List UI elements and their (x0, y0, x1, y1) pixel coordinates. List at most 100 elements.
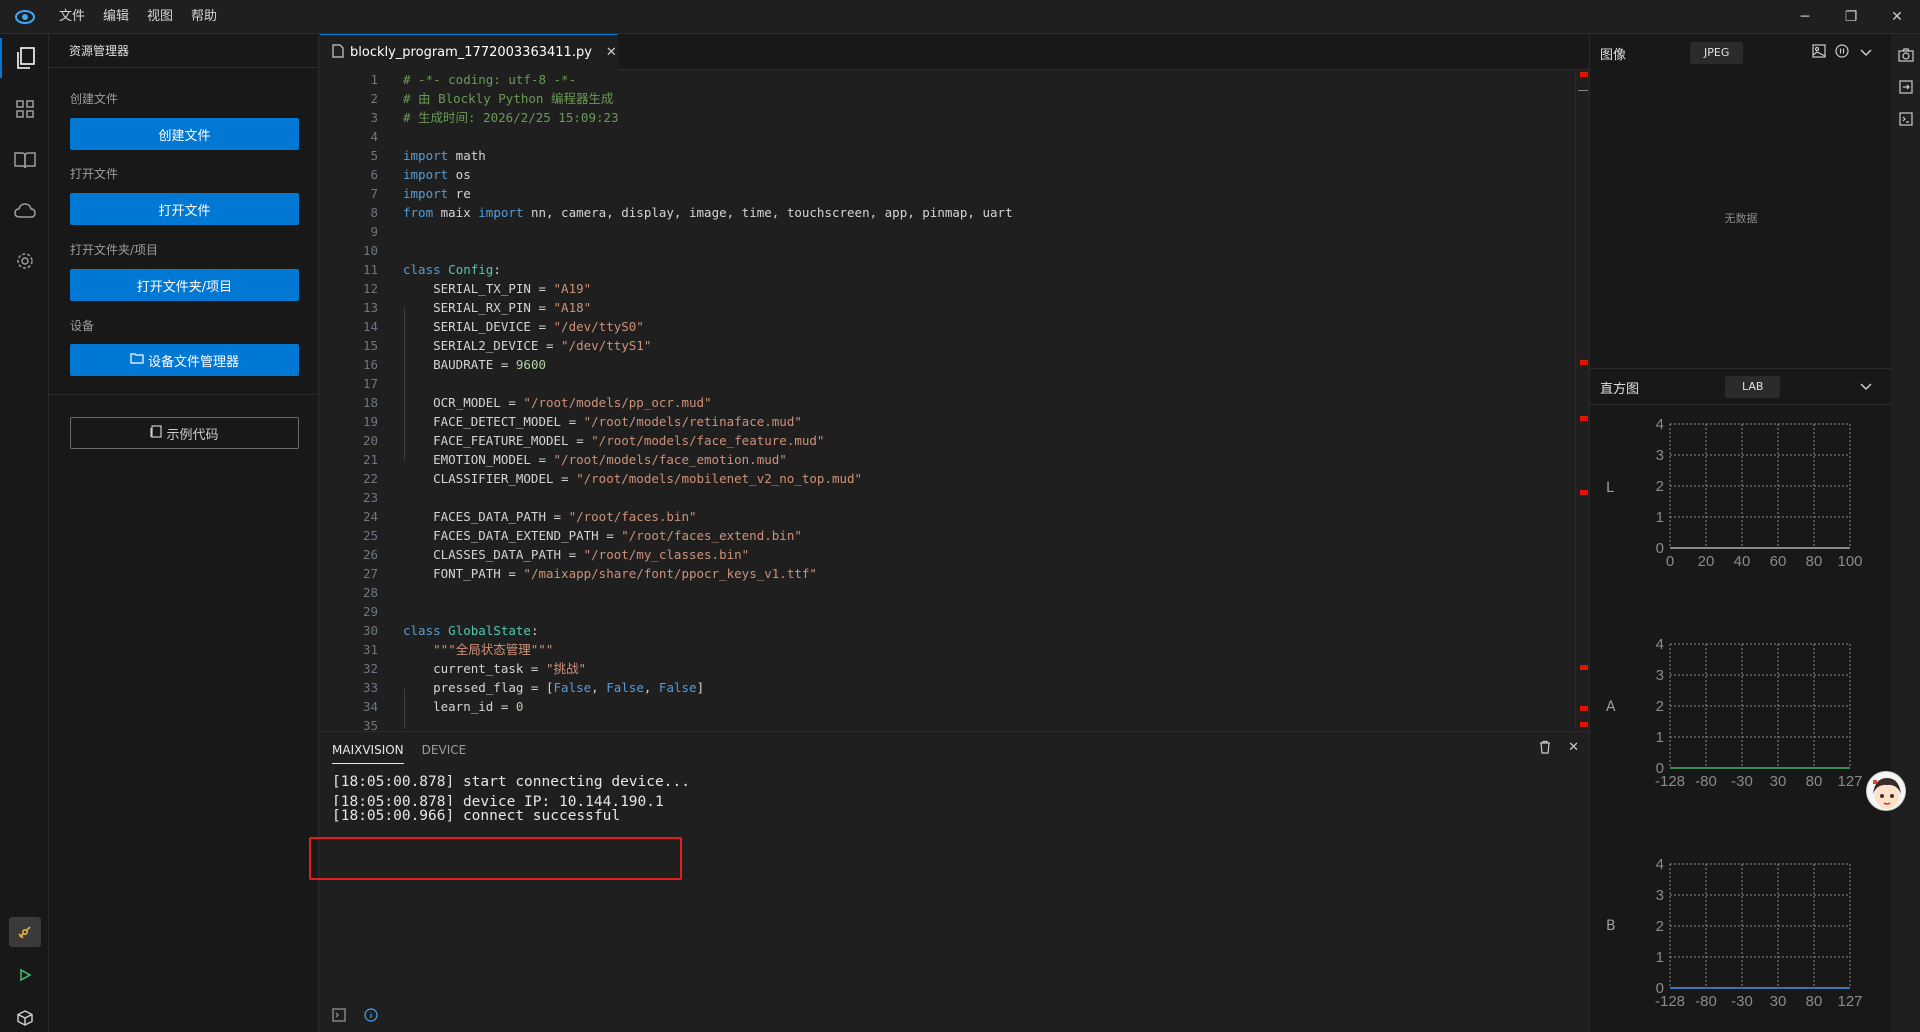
info-icon[interactable] (364, 1008, 378, 1026)
chevron-down-icon[interactable] (1860, 380, 1872, 395)
code-line[interactable]: 26 CLASSES_DATA_PATH = "/root/my_classes… (320, 545, 1578, 564)
explorer-icon[interactable] (0, 38, 49, 78)
code-line[interactable]: 4 (320, 127, 1578, 146)
x-tick-label: 80 (1806, 553, 1823, 570)
tab-device[interactable]: DEVICE (422, 737, 467, 763)
code-line[interactable]: 3 # 生成时间: 2026/2/25 15:09:23 (320, 108, 1578, 127)
open-file-button[interactable]: 打开文件 (70, 193, 299, 225)
code-line[interactable]: 13 SERIAL_RX_PIN = "A18" (320, 298, 1578, 317)
open-folder-button[interactable]: 打开文件夹/项目 (70, 269, 299, 301)
code-text: CLASSES_DATA_PATH = "/root/my_classes.bi… (403, 547, 750, 562)
code-line[interactable]: 19 FACE_DETECT_MODEL = "/root/models/ret… (320, 412, 1578, 431)
code-line[interactable]: 33 pressed_flag = [False, False, False] (320, 678, 1578, 697)
restore-icon[interactable]: ❐ (1828, 0, 1874, 34)
terminal-icon[interactable] (332, 1008, 346, 1026)
code-line[interactable]: 31 """全局状态管理""" (320, 640, 1578, 659)
line-number: 4 (370, 129, 378, 144)
example-code-button[interactable]: 示例代码 (70, 417, 299, 449)
image-preview: 无数据 (1590, 68, 1892, 368)
code-line[interactable]: 18 OCR_MODEL = "/root/models/pp_ocr.mud" (320, 393, 1578, 412)
close-tab-icon[interactable]: ✕ (606, 45, 617, 60)
code-line[interactable]: 7 import re (320, 184, 1578, 203)
open-file-label: 打开文件 (70, 167, 119, 181)
pause-icon[interactable] (1835, 44, 1849, 62)
export-icon[interactable] (1891, 71, 1920, 103)
menu-file[interactable]: 文件 (50, 0, 94, 34)
menu-view[interactable]: 视图 (138, 0, 182, 34)
code-line[interactable]: 15 SERIAL2_DEVICE = "/dev/ttyS1" (320, 336, 1578, 355)
code-line[interactable]: 2 # 由 Blockly Python 编程器生成 (320, 89, 1578, 108)
example-code-label: 示例代码 (166, 427, 219, 443)
code-line[interactable]: 14 SERIAL_DEVICE = "/dev/ttyS0" (320, 317, 1578, 336)
code-line[interactable]: 8 from maix import nn, camera, display, i… (320, 203, 1578, 222)
code-line[interactable]: 27 FONT_PATH = "/maixapp/share/font/ppoc… (320, 564, 1578, 583)
code-line[interactable]: 23 (320, 488, 1578, 507)
panel-actions: ✕ (1538, 740, 1579, 758)
highlight-box (309, 837, 682, 880)
settings-gear-icon[interactable] (0, 241, 49, 281)
chevron-down-icon[interactable] (1860, 46, 1872, 61)
minimize-icon[interactable]: ─ (1782, 0, 1828, 34)
line-number: 12 (362, 281, 378, 296)
code-line[interactable]: 9 (320, 222, 1578, 241)
code-line[interactable]: 1 # -*- coding: utf-8 -*- (320, 70, 1578, 89)
code-line[interactable]: 12 SERIAL_TX_PIN = "A19" (320, 279, 1578, 298)
camera-icon[interactable] (1891, 39, 1920, 71)
code-line[interactable]: 29 (320, 602, 1578, 621)
code-line[interactable]: 17 (320, 374, 1578, 393)
x-tick-label: -128 (1655, 773, 1685, 790)
package-icon[interactable] (0, 998, 49, 1032)
line-number: 16 (362, 357, 378, 372)
assistant-avatar[interactable] (1866, 771, 1906, 811)
code-line[interactable]: 11 class Config: (320, 260, 1578, 279)
cloud-icon[interactable] (0, 191, 49, 231)
trash-icon[interactable] (1538, 740, 1552, 758)
histogram-mode-select[interactable]: LAB (1725, 376, 1781, 398)
sidebar-divider (49, 394, 319, 395)
close-panel-icon[interactable]: ✕ (1568, 740, 1579, 758)
menu-edit[interactable]: 编辑 (94, 0, 138, 34)
image-header: 图像 JPEG (1590, 36, 1892, 70)
code-line[interactable]: 22 CLASSIFIER_MODEL = "/root/models/mobi… (320, 469, 1578, 488)
code-text: OCR_MODEL = "/root/models/pp_ocr.mud" (403, 395, 712, 410)
image-save-icon[interactable] (1812, 44, 1826, 62)
code-line[interactable]: 21 EMOTION_MODEL = "/root/models/face_em… (320, 450, 1578, 469)
x-tick-label: 30 (1770, 993, 1787, 1010)
code-line[interactable]: 25 FACES_DATA_EXTEND_PATH = "/root/faces… (320, 526, 1578, 545)
console-icon[interactable] (1891, 103, 1920, 135)
code-editor[interactable]: 1 # -*- coding: utf-8 -*- 2 # 由 Blockly Pyt… (320, 70, 1578, 730)
log-line: [18:05:00.966] connect successful (332, 808, 621, 824)
x-tick-label: -30 (1731, 773, 1753, 790)
create-file-button[interactable]: 创建文件 (70, 118, 299, 150)
y-tick-label: 0 (1656, 540, 1664, 557)
run-icon[interactable] (0, 955, 49, 995)
extensions-grid-icon[interactable] (0, 89, 49, 129)
code-line[interactable]: 28 (320, 583, 1578, 602)
line-number: 22 (362, 471, 378, 486)
code-line[interactable]: 24 FACES_DATA_PATH = "/root/faces.bin" (320, 507, 1578, 526)
close-window-icon[interactable]: ✕ (1874, 0, 1920, 34)
tab-maixvision[interactable]: MAIXVISION (332, 737, 404, 764)
code-line[interactable]: 32 current_task = "挑战" (320, 659, 1578, 678)
code-line[interactable]: 20 FACE_FEATURE_MODEL = "/root/models/fa… (320, 431, 1578, 450)
code-line[interactable]: 30 class GlobalState: (320, 621, 1578, 640)
device-file-manager-button[interactable]: 设备文件管理器 (70, 344, 299, 376)
code-line[interactable]: 16 BAUDRATE = 9600 (320, 355, 1578, 374)
connect-device-icon[interactable] (0, 912, 49, 952)
line-number: 3 (370, 110, 378, 125)
editor-scrollbar[interactable] (1575, 70, 1589, 730)
editor-tab[interactable]: blockly_program_1772003363411.py ✕ (320, 34, 618, 70)
code-line[interactable]: 35 (320, 716, 1578, 730)
code-line[interactable]: 34 learn_id = 0 (320, 697, 1578, 716)
x-tick-label: 127 (1837, 773, 1862, 790)
line-number: 24 (362, 509, 378, 524)
line-number: 13 (362, 300, 378, 315)
code-line[interactable]: 5 import math (320, 146, 1578, 165)
code-line[interactable]: 6 import os (320, 165, 1578, 184)
code-line[interactable]: 10 (320, 241, 1578, 260)
image-format-select[interactable]: JPEG (1690, 42, 1744, 64)
histogram-b-chart: 01234-128 -80 -30 30 80 127 (1655, 856, 1863, 1010)
menu-help[interactable]: 帮助 (182, 0, 226, 34)
x-tick-label: 0 (1666, 553, 1674, 570)
book-icon[interactable] (0, 140, 49, 180)
